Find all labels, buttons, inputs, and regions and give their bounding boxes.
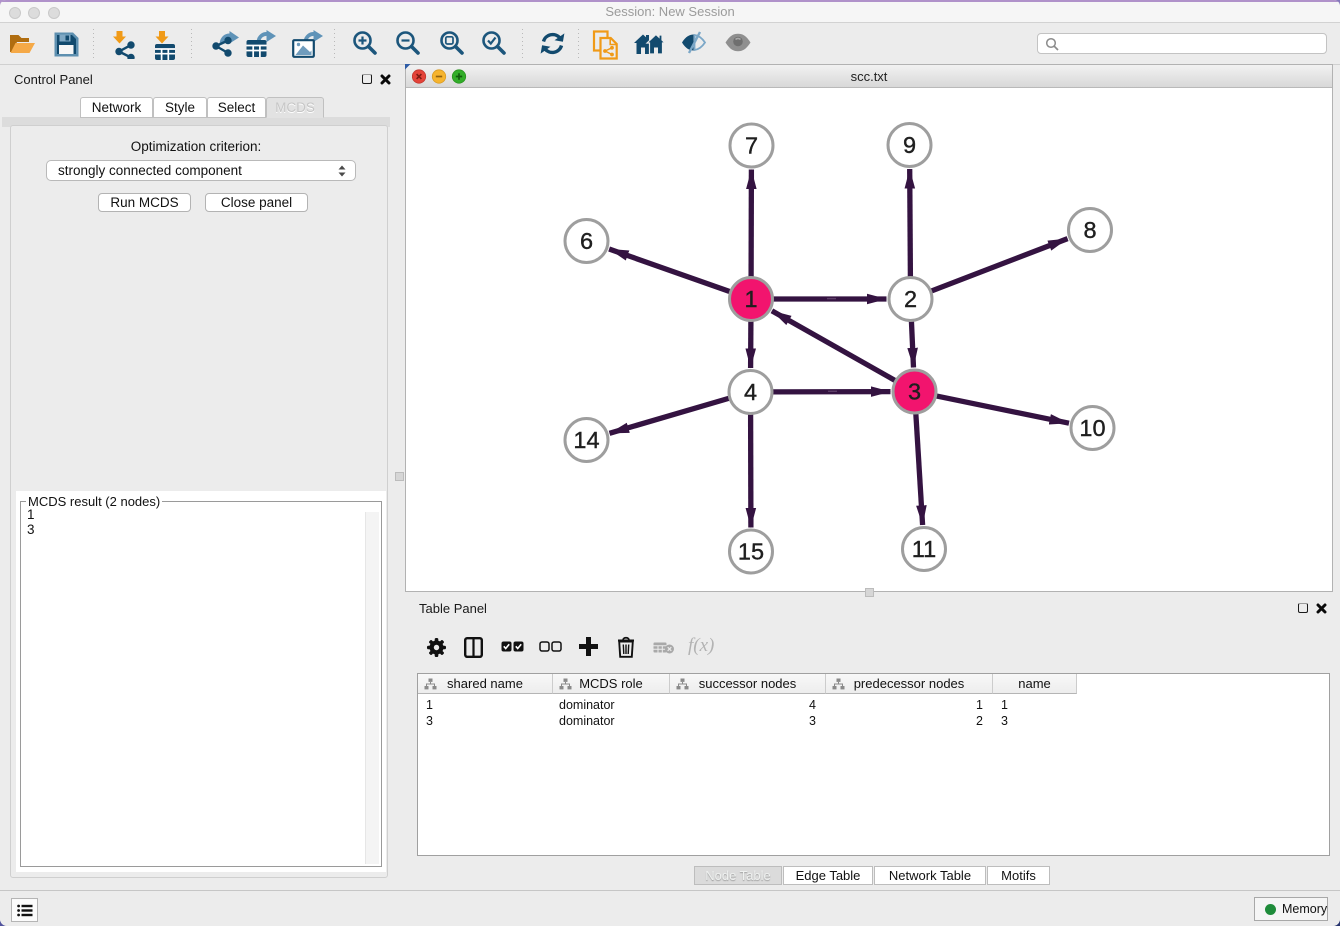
- svg-text:4: 4: [744, 379, 757, 405]
- svg-text:9: 9: [903, 132, 916, 158]
- svg-text:10: 10: [1079, 415, 1105, 441]
- svg-text:8: 8: [1083, 217, 1096, 243]
- svg-text:2: 2: [904, 286, 917, 312]
- svg-text:7: 7: [745, 133, 758, 159]
- svg-text:15: 15: [738, 539, 764, 565]
- svg-text:14: 14: [573, 427, 599, 453]
- svg-text:6: 6: [580, 228, 593, 254]
- svg-text:11: 11: [912, 536, 936, 562]
- svg-text:3: 3: [908, 379, 921, 405]
- svg-text:1: 1: [744, 286, 757, 312]
